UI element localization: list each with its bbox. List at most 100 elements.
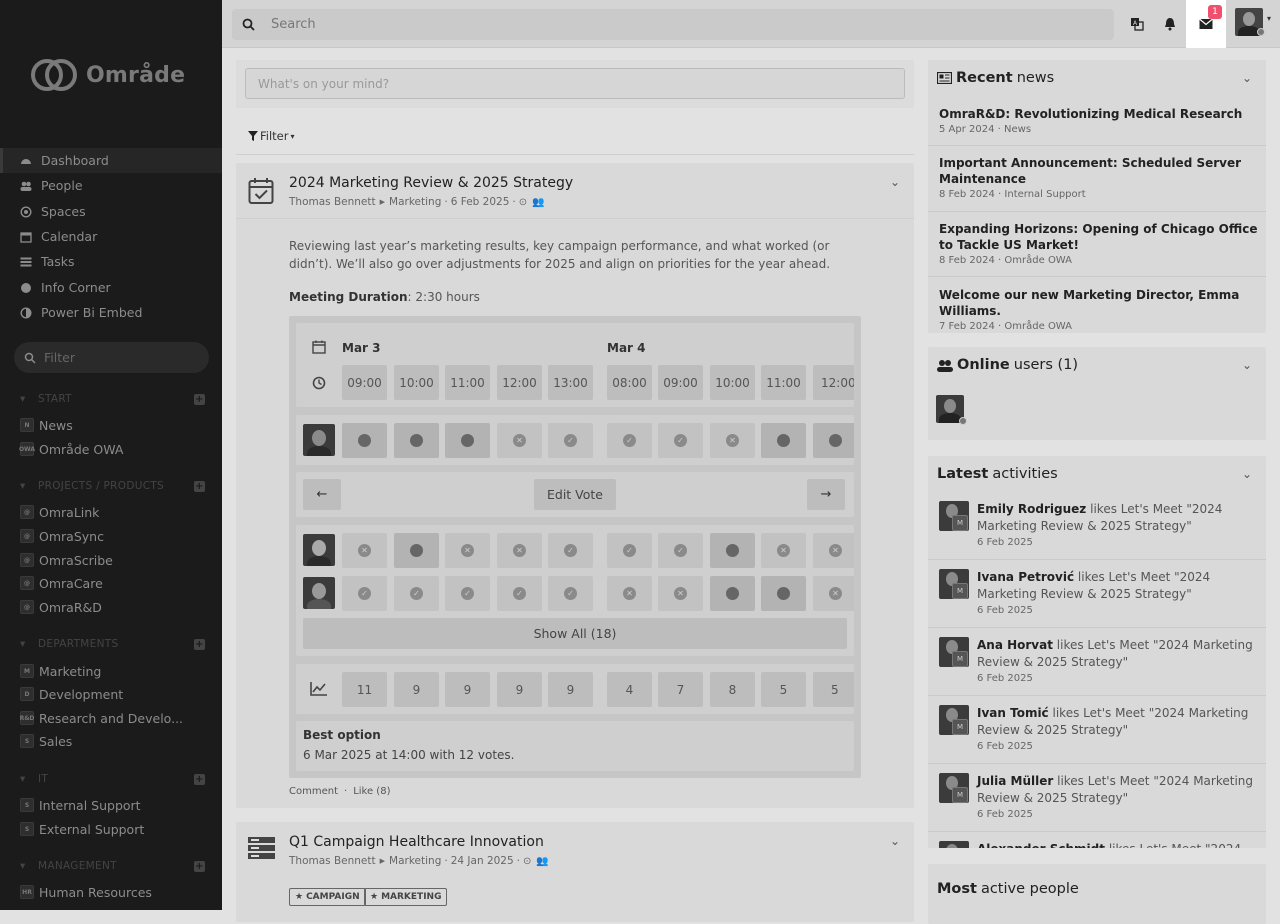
activity-text: Emily Rodriguez likes Let's Meet "2024 M…: [977, 501, 1262, 534]
space-item-marketing[interactable]: M Marketing: [20, 662, 101, 680]
activity-item[interactable]: M Ana Horvat likes Let's Meet "2024 Marke…: [939, 637, 1259, 697]
activity-item[interactable]: M Ivan Tomić likes Let's Meet "2024 Marke…: [939, 705, 1259, 765]
section-management[interactable]: ▾ MANAGEMENT +: [20, 859, 205, 873]
space-item-research[interactable]: R&D Research and Develo...: [20, 709, 183, 727]
activity-item[interactable]: M Julia Müller likes Let's Meet "2024 Mar…: [939, 773, 1259, 833]
space-badge: @: [20, 553, 34, 567]
vote-cell[interactable]: [445, 423, 490, 458]
arrow-left-icon[interactable]: ←: [303, 479, 341, 510]
section-projects[interactable]: ▾ PROJECTS / PRODUCTS +: [20, 479, 205, 493]
space-item-sales[interactable]: S Sales: [20, 732, 72, 750]
news-meta: 5 Apr 2024 · News: [939, 124, 1032, 135]
messages-button[interactable]: 1: [1186, 0, 1226, 48]
chevron-down-icon[interactable]: ⌄: [890, 175, 900, 189]
news-item[interactable]: Important Announcement: Scheduled Server…: [939, 155, 1259, 200]
add-icon[interactable]: +: [194, 393, 205, 405]
news-title: Welcome our new Marketing Director, Emma…: [939, 288, 1240, 318]
title-rest: activities: [992, 466, 1058, 482]
space-badge: @: [20, 529, 34, 543]
vote-controls-row: ← Edit Vote →: [296, 472, 854, 517]
poll-day: Mar 4: [607, 341, 646, 355]
add-icon[interactable]: +: [194, 638, 205, 650]
space-item-development[interactable]: D Development: [20, 685, 123, 703]
check-circle-icon: ✓: [623, 544, 636, 557]
vote-cell: ✕: [813, 576, 854, 611]
sidebar-filter-input[interactable]: Filter: [14, 342, 209, 373]
news-item[interactable]: Welcome our new Marketing Director, Emma…: [939, 287, 1259, 332]
post-author[interactable]: Thomas Bennett: [289, 196, 376, 208]
caret-down-icon[interactable]: ▾: [1267, 14, 1271, 23]
check-circle-icon: ✓: [564, 587, 577, 600]
panel-title: Most active people: [937, 881, 1079, 897]
search-input[interactable]: Search: [232, 9, 1114, 40]
app-logo[interactable]: Område: [30, 58, 185, 92]
space-item-omrade-owa[interactable]: OWA Område OWA: [19, 440, 124, 458]
vote-cell[interactable]: ✓: [548, 423, 593, 458]
vote-cell[interactable]: [761, 423, 806, 458]
chevron-down-icon[interactable]: ⌄: [1242, 358, 1252, 372]
arrow-right-icon[interactable]: →: [807, 479, 845, 510]
add-icon[interactable]: +: [194, 480, 205, 492]
vote-cell[interactable]: ✕: [497, 423, 542, 458]
x-circle-icon: ✕: [623, 587, 636, 600]
nav-tasks[interactable]: Tasks: [0, 249, 222, 274]
tag[interactable]: ★ CAMPAIGN: [289, 888, 366, 906]
vote-total: 5: [813, 672, 854, 707]
chevron-down-icon[interactable]: ⌄: [1242, 467, 1252, 481]
add-icon[interactable]: +: [194, 860, 205, 872]
edit-vote-button[interactable]: Edit Vote: [534, 479, 616, 510]
section-it[interactable]: ▾ IT +: [20, 772, 205, 786]
vote-cell[interactable]: [342, 423, 387, 458]
feed-filter-button[interactable]: Filter ▾: [248, 129, 295, 143]
space-item-omracare[interactable]: @ OmraCare: [20, 574, 103, 592]
space-item-omrard[interactable]: @ OmraR&D: [20, 598, 102, 616]
tasks-icon: [20, 256, 32, 268]
nav-people[interactable]: People: [0, 173, 222, 198]
activity-item[interactable]: M Emily Rodriguez likes Let's Meet "2024 …: [939, 501, 1259, 561]
nav-label: Calendar: [41, 229, 98, 244]
section-departments[interactable]: ▾ DEPARTMENTS +: [20, 637, 205, 651]
compose-input[interactable]: What's on your mind?: [245, 68, 905, 99]
activity-item[interactable]: M Alexander Schmidt likes Let's Meet "202…: [939, 841, 1259, 848]
vote-cell[interactable]: [813, 423, 854, 458]
nav-spaces[interactable]: Spaces: [0, 199, 222, 224]
news-item[interactable]: Expanding Horizons: Opening of Chicago O…: [939, 221, 1259, 266]
compose-box: What's on your mind?: [236, 60, 914, 108]
vote-cell[interactable]: ✓: [607, 423, 652, 458]
news-title: Expanding Horizons: Opening of Chicago O…: [939, 222, 1258, 252]
tag[interactable]: ★ MARKETING: [364, 888, 448, 906]
post-title[interactable]: Q1 Campaign Healthcare Innovation: [289, 834, 544, 850]
best-option-label: Best option: [303, 728, 381, 742]
activity-action: likes Let's Meet "2024: [1109, 842, 1241, 848]
show-all-button[interactable]: Show All (18): [303, 618, 847, 649]
nav-calendar[interactable]: Calendar: [0, 224, 222, 249]
status-dot: [1257, 28, 1265, 36]
post-space[interactable]: Marketing: [389, 855, 441, 867]
space-item-external-support[interactable]: S External Support: [20, 820, 144, 838]
comment-link[interactable]: Comment: [289, 786, 338, 797]
space-item-omrasync[interactable]: @ OmraSync: [20, 527, 104, 545]
vote-cell[interactable]: ✓: [658, 423, 703, 458]
post-space[interactable]: Marketing: [389, 196, 441, 208]
like-link[interactable]: Like (8): [353, 786, 390, 797]
space-item-internal-support[interactable]: S Internal Support: [20, 796, 141, 814]
space-item-omrascribe[interactable]: @ OmraScribe: [20, 551, 113, 569]
post-title[interactable]: 2024 Marketing Review & 2025 Strategy: [289, 175, 573, 191]
section-start[interactable]: ▾ START +: [20, 392, 205, 406]
news-item[interactable]: OmraR&D: Revolutionizing Medical Researc…: [939, 106, 1259, 135]
vote-cell: ✓: [658, 533, 703, 568]
vote-cell[interactable]: ✕: [710, 423, 755, 458]
nav-dashboard[interactable]: Dashboard: [0, 148, 222, 173]
space-item-human-resources[interactable]: HR Human Resources: [20, 883, 152, 901]
activity-item[interactable]: M Ivana Petrović likes Let's Meet "2024 M…: [939, 569, 1259, 629]
add-icon[interactable]: +: [194, 773, 205, 785]
space-item-news[interactable]: N News: [20, 416, 73, 434]
notifications-button[interactable]: [1150, 0, 1190, 48]
chevron-down-icon[interactable]: ⌄: [890, 834, 900, 848]
nav-power-bi-embed[interactable]: Power Bi Embed: [0, 300, 222, 325]
post-author[interactable]: Thomas Bennett: [289, 855, 376, 867]
space-item-omralink[interactable]: @ OmraLink: [20, 503, 99, 521]
vote-cell[interactable]: [394, 423, 439, 458]
nav-info-corner[interactable]: Info Corner: [0, 275, 222, 300]
chevron-down-icon[interactable]: ⌄: [1242, 71, 1252, 85]
